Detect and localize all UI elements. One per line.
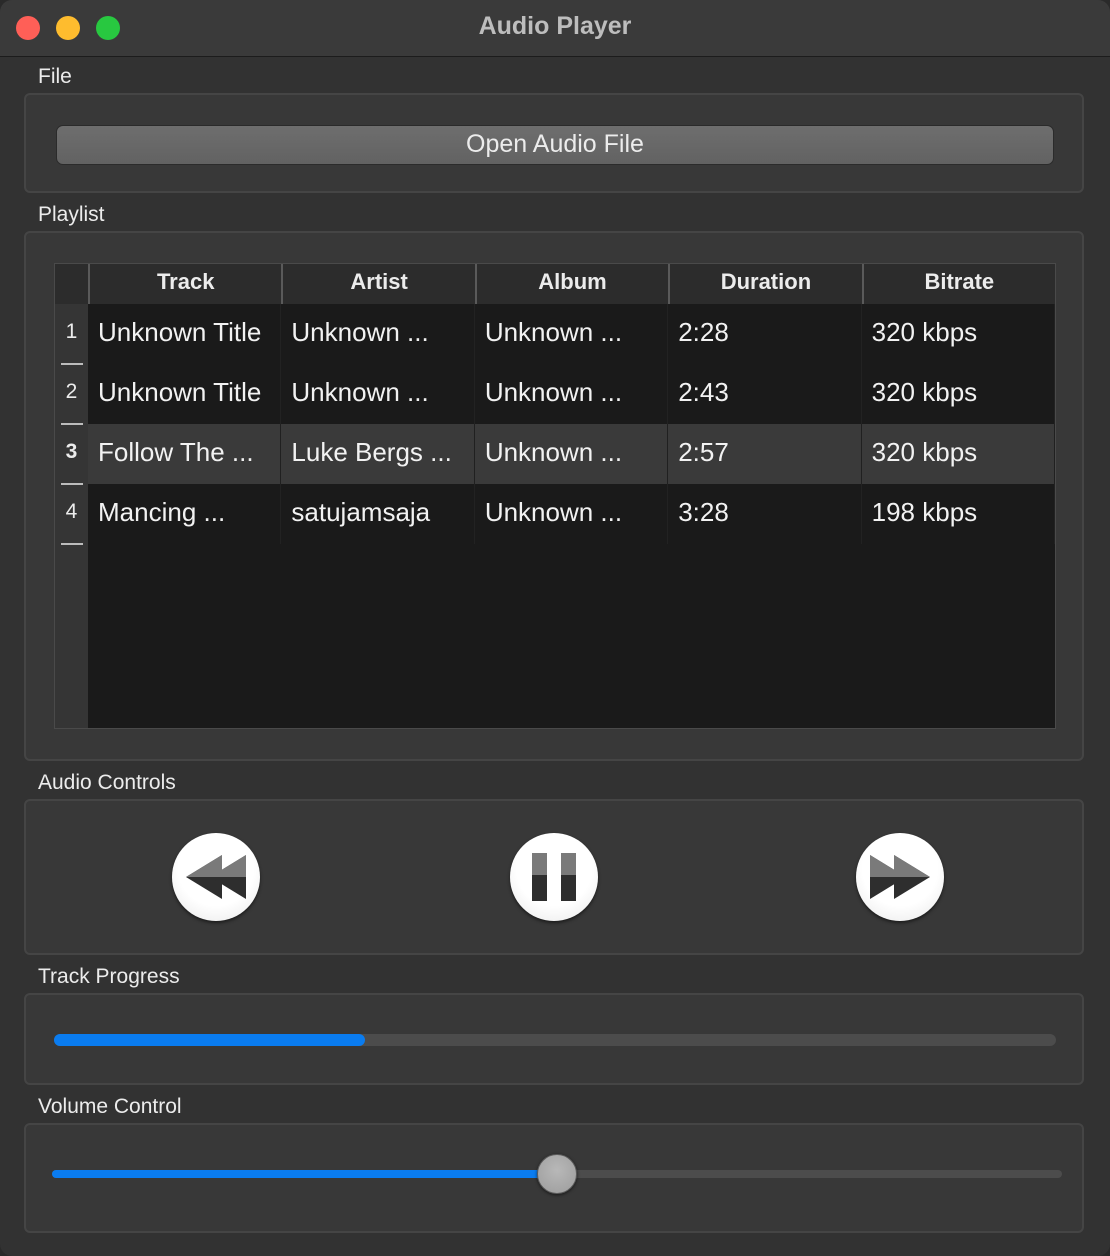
rewind-icon xyxy=(186,855,246,899)
track-progress-fill xyxy=(54,1034,365,1046)
cell-artist[interactable]: Unknown ... xyxy=(281,304,475,364)
file-section-label: File xyxy=(38,65,72,88)
column-header-album[interactable]: Album xyxy=(474,264,668,304)
file-group: Open Audio File xyxy=(24,93,1084,193)
volume-control-group xyxy=(24,1123,1084,1233)
window-title: Audio Player xyxy=(478,12,632,40)
cell-track[interactable]: Unknown Title xyxy=(88,304,282,364)
cell-bitrate[interactable]: 320 kbps xyxy=(862,304,1056,364)
row-separator xyxy=(61,543,83,545)
cell-album[interactable]: Unknown ... xyxy=(475,484,669,544)
column-headers: Track Artist Album Duration Bitrate xyxy=(88,264,1055,304)
cell-track[interactable]: Follow The ... xyxy=(88,424,282,484)
volume-control-label: Volume Control xyxy=(38,1095,182,1118)
row-number-selected[interactable]: 3 xyxy=(55,424,88,484)
title-bar: Audio Player xyxy=(0,0,1110,57)
open-audio-file-button[interactable]: Open Audio File xyxy=(56,125,1054,165)
audio-controls-group xyxy=(24,799,1084,955)
audio-player-window: Audio Player File Open Audio File Playli… xyxy=(0,0,1110,1256)
playlist-section-label: Playlist xyxy=(38,203,105,226)
row-number[interactable]: 2 xyxy=(55,364,88,424)
volume-slider-handle[interactable] xyxy=(537,1154,577,1194)
column-header-track[interactable]: Track xyxy=(88,264,281,304)
cell-duration[interactable]: 2:57 xyxy=(668,424,862,484)
fast-forward-icon xyxy=(870,855,930,899)
table-row-selected[interactable]: Follow The ... Luke Bergs ... Unknown ..… xyxy=(88,424,1056,484)
cell-bitrate[interactable]: 198 kbps xyxy=(862,484,1056,544)
cell-duration[interactable]: 3:28 xyxy=(668,484,862,544)
cell-bitrate[interactable]: 320 kbps xyxy=(862,364,1056,424)
playlist-table[interactable]: Track Artist Album Duration Bitrate 1 Un… xyxy=(54,263,1056,729)
track-progress-group xyxy=(24,993,1084,1085)
track-progress-label: Track Progress xyxy=(38,965,180,988)
playlist-group: Track Artist Album Duration Bitrate 1 Un… xyxy=(24,231,1084,761)
table-row[interactable]: Unknown Title Unknown ... Unknown ... 2:… xyxy=(88,304,1056,364)
cell-track[interactable]: Unknown Title xyxy=(88,364,282,424)
track-progress-bar[interactable] xyxy=(54,1034,1056,1046)
column-header-bitrate[interactable]: Bitrate xyxy=(861,264,1055,304)
cell-track[interactable]: Mancing ... xyxy=(88,484,282,544)
row-number[interactable]: 1 xyxy=(55,304,88,364)
cell-duration[interactable]: 2:43 xyxy=(668,364,862,424)
volume-slider-fill xyxy=(52,1170,557,1178)
cell-bitrate[interactable]: 320 kbps xyxy=(862,424,1056,484)
row-number[interactable]: 4 xyxy=(55,484,88,544)
cell-artist[interactable]: Luke Bergs ... xyxy=(281,424,475,484)
audio-controls-label: Audio Controls xyxy=(38,771,176,794)
column-header-artist[interactable]: Artist xyxy=(281,264,474,304)
cell-album[interactable]: Unknown ... xyxy=(475,424,669,484)
table-row[interactable]: Unknown Title Unknown ... Unknown ... 2:… xyxy=(88,364,1056,424)
pause-button[interactable] xyxy=(510,833,598,921)
table-row[interactable]: Mancing ... satujamsaja Unknown ... 3:28… xyxy=(88,484,1056,544)
rewind-button[interactable] xyxy=(172,833,260,921)
cell-album[interactable]: Unknown ... xyxy=(475,304,669,364)
cell-album[interactable]: Unknown ... xyxy=(475,364,669,424)
cell-artist[interactable]: satujamsaja xyxy=(281,484,475,544)
cell-artist[interactable]: Unknown ... xyxy=(281,364,475,424)
cell-duration[interactable]: 2:28 xyxy=(668,304,862,364)
fast-forward-button[interactable] xyxy=(856,833,944,921)
table-corner xyxy=(55,264,88,304)
column-header-duration[interactable]: Duration xyxy=(668,264,861,304)
pause-icon xyxy=(532,853,576,901)
